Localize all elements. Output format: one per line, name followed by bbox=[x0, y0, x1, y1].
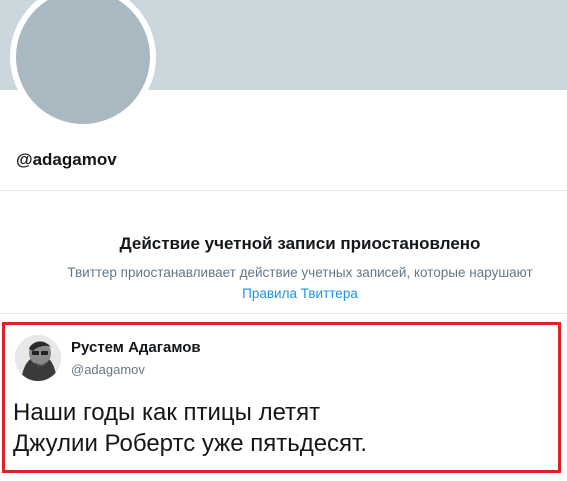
tweet-text-line: Наши годы как птицы летят bbox=[13, 399, 321, 426]
divider bbox=[0, 190, 567, 191]
user-photo-icon[interactable] bbox=[15, 335, 61, 381]
tweet-author-name[interactable]: Рустем Адагамов bbox=[71, 339, 201, 356]
twitter-rules-link[interactable]: Правила Твиттера bbox=[0, 286, 567, 301]
suspension-title: Действие учетной записи приостановлено bbox=[119, 234, 481, 253]
tweet-text: Наши годы как птицы летят Джулии Робертс… bbox=[13, 397, 553, 459]
tweet-card[interactable]: Рустем Адагамов @adagamov Наши годы как … bbox=[2, 322, 561, 473]
tweet-author-handle[interactable]: @adagamov bbox=[71, 362, 145, 377]
tweet-text-line: Джулии Робертс уже пятьдесят. bbox=[13, 430, 368, 457]
profile-handle: @adagamov bbox=[16, 150, 117, 169]
divider bbox=[0, 313, 567, 314]
suspension-description: Твиттер приостанавливает действие учетны… bbox=[67, 265, 533, 280]
